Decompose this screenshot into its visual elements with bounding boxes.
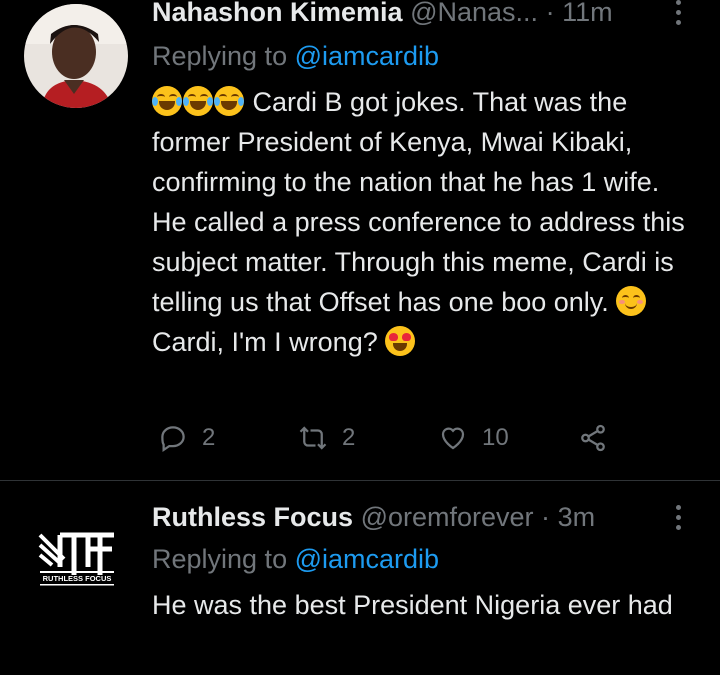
like-button[interactable]: 10 xyxy=(438,418,509,458)
more-options-icon[interactable] xyxy=(660,499,696,535)
share-button[interactable] xyxy=(578,418,608,458)
reply-button[interactable]: 2 xyxy=(158,418,215,458)
mention-link[interactable]: @iamcardib xyxy=(295,41,439,71)
tweet[interactable]: RUTHLESS FOCUS Ruthless Focus @oremforev… xyxy=(0,480,720,675)
separator-dot: · xyxy=(545,0,555,27)
avatar[interactable] xyxy=(24,4,128,108)
tweet-header: Nahashon Kimemia @Nanas... · 11m xyxy=(152,0,696,30)
tears-of-joy-emoji-icon xyxy=(183,86,213,116)
tears-of-joy-emoji-icon xyxy=(152,86,182,116)
tweet-text-part1: Cardi B got jokes. That was the former P… xyxy=(152,87,685,317)
mention-link[interactable]: @iamcardib xyxy=(295,544,439,574)
tweet-text: He was the best President Nigeria ever h… xyxy=(152,590,673,620)
smiling-eyes-emoji-icon xyxy=(616,286,647,316)
replying-label: Replying to xyxy=(152,41,288,71)
avatar[interactable]: RUTHLESS FOCUS xyxy=(24,501,128,605)
tweet-text-part2: Cardi, I'm I wrong? xyxy=(152,327,378,357)
reply-count: 2 xyxy=(202,424,216,451)
timestamp[interactable]: 11m xyxy=(562,0,613,27)
timestamp[interactable]: 3m xyxy=(558,502,596,532)
more-options-icon[interactable] xyxy=(660,0,696,30)
replying-to: Replying to @iamcardib xyxy=(152,38,439,74)
retweet-button[interactable]: 2 xyxy=(298,418,355,458)
like-count: 10 xyxy=(482,424,509,451)
replying-label: Replying to xyxy=(152,544,288,574)
reply-icon xyxy=(161,426,185,452)
retweet-count: 2 xyxy=(342,424,356,451)
user-handle[interactable]: @Nanas... xyxy=(410,0,538,27)
separator-dot: · xyxy=(541,502,551,532)
tweet-actions: 2 2 10 xyxy=(152,418,632,458)
tweet-text: Cardi B got jokes. That was the former P… xyxy=(152,82,700,362)
replying-to: Replying to @iamcardib xyxy=(152,541,439,577)
tweet-header: Ruthless Focus @oremforever · 3m xyxy=(152,499,696,535)
display-name[interactable]: Nahashon Kimemia xyxy=(152,0,403,27)
user-handle[interactable]: @oremforever xyxy=(361,502,534,532)
share-icon xyxy=(581,424,605,452)
tears-of-joy-emoji-icon xyxy=(214,86,244,116)
display-name[interactable]: Ruthless Focus xyxy=(152,502,353,532)
heart-eyes-emoji-icon xyxy=(385,326,416,356)
tweet[interactable]: Nahashon Kimemia @Nanas... · 11m Replyin… xyxy=(0,0,720,480)
retweet-icon xyxy=(299,426,327,450)
ruthless-focus-logo: RUTHLESS FOCUS xyxy=(24,501,128,605)
svg-text:RUTHLESS FOCUS: RUTHLESS FOCUS xyxy=(43,574,112,583)
heart-icon xyxy=(441,427,465,450)
